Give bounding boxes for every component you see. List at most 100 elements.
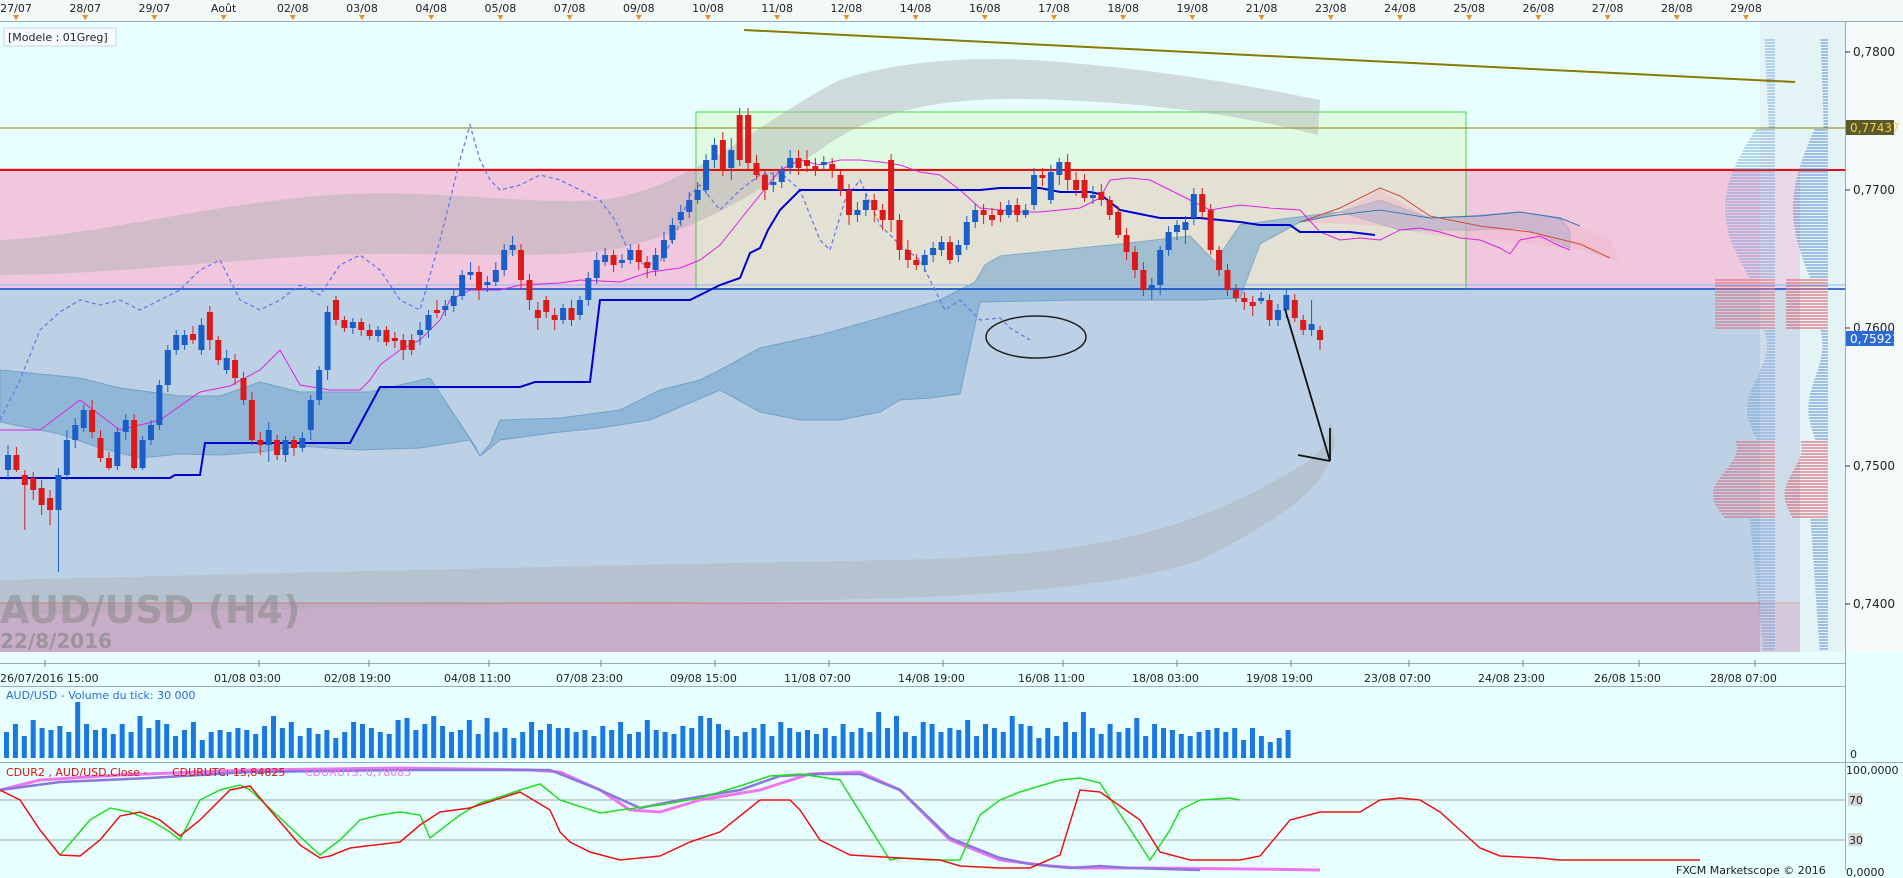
volume-bar [929,724,935,758]
candle-body [1258,298,1265,301]
candle-body [795,158,802,168]
volume-bar [4,732,9,758]
volume-bar [493,732,499,758]
price-axis[interactable]: 0,78000,77000,76000,75000,7400 0,77437 0… [1845,22,1903,870]
volume-bar [627,734,632,758]
candle-body [1249,302,1256,306]
volume-bar [1009,716,1015,758]
candle-body [248,400,255,440]
candle-body [1073,180,1080,190]
top-date-label: 27/08 [1592,2,1624,15]
bottom-date-label: 09/08 15:00 [670,672,737,685]
volume-bar [520,732,526,758]
volume-bar [876,712,882,758]
volume-bar [253,734,259,758]
volume-bar [422,724,428,758]
candle-body [820,162,827,165]
candle-body [787,158,794,168]
volume-bar [671,734,677,758]
candle-body [341,320,348,328]
candle-body [349,322,356,328]
candle-body [904,250,911,260]
candle-body [1165,232,1172,250]
top-date-label: 26/08 [1523,2,1555,15]
candle-body [669,225,676,240]
candle-body [930,248,937,255]
candle-body [677,212,684,220]
candle-body [736,115,743,160]
candle-body [812,166,819,169]
candle-body [1182,222,1189,230]
osc-series-a-label: CDUR2 , AUD/USD,Close - [6,766,148,779]
candle-body [618,260,625,263]
volume-bar [475,734,481,758]
bottom-date-label: 26/08 15:00 [1594,672,1661,685]
candle-body [921,255,928,265]
candle-body [30,478,37,490]
candle-body [257,440,264,445]
candle-body [55,475,62,510]
volume-bar [217,730,223,758]
candle-body [80,410,87,428]
osc-series-c-label: CDURUTS: 0,78085 [305,766,411,779]
oscillator-panel[interactable]: 100,0000 70 30 0,0000 CDUR2 , AUD/USD,Cl… [0,762,1903,878]
candle-body [47,498,54,510]
candle-body [534,310,541,318]
top-date-label: 10/08 [692,2,724,15]
volume-bar [1134,718,1140,758]
candle-body [1081,180,1088,198]
volume-bar [119,724,125,758]
volume-bar [199,740,205,758]
volume-bar [947,728,953,758]
volume-bar [573,732,579,758]
volume-bar [182,730,187,758]
volume-panel[interactable]: AUD/USD - Volume du tick: 30 000 0 [0,686,1857,761]
bottom-date-label: 23/08 07:00 [1364,672,1431,685]
candle-body [400,340,407,350]
candle-body [1140,270,1147,290]
candle-body [333,300,339,320]
candle-body [408,340,415,350]
volume-bar [1232,728,1238,758]
volume-bar [324,730,330,758]
candle-body [223,358,230,370]
candle-body [551,315,558,320]
volume-zero-label: 0 [1850,748,1857,761]
price-chart[interactable] [0,22,1845,652]
date-watermark: 22/8/2016 [0,629,112,653]
volume-bar [386,734,392,758]
volume-bar [555,728,561,758]
chart-canvas[interactable]: 27/07 28/07 29/07 Août 02/08 03/08 04/08 05/08 0… [0,0,1903,878]
candle-body [728,150,735,168]
candle-body [913,260,920,265]
candle-body [1056,162,1063,175]
candle-body [703,160,710,190]
model-label-text: [Modele : 01Greg] [8,31,108,44]
candle-body [147,425,154,440]
candle-body [745,115,752,163]
volume-bar [1250,728,1255,758]
candle-body [299,438,306,448]
osc-series-b-label: CDURUTC: 15,84825 [172,766,285,779]
top-date-label: 29/07 [139,2,171,15]
price-tick-label: 0,7500 [1853,459,1895,473]
volume-bar [1027,726,1033,758]
volume-bar [288,722,294,758]
volume-bar [297,736,303,758]
candle-body [425,315,432,330]
candle-body [972,210,979,222]
candle-body [156,385,163,425]
candle-body [131,420,138,468]
volume-bar [867,732,873,758]
candle-body [862,200,869,210]
volume-bar [733,736,739,758]
top-date-label: 28/07 [69,2,101,15]
candle-body [635,250,642,262]
volume-bar [155,720,161,758]
volume-bar [66,732,72,758]
price-tick-label: 0,7400 [1853,597,1895,611]
volume-bar [724,730,730,758]
candle-body [888,160,895,220]
candle-body [366,330,373,336]
volume-bar [306,728,312,758]
